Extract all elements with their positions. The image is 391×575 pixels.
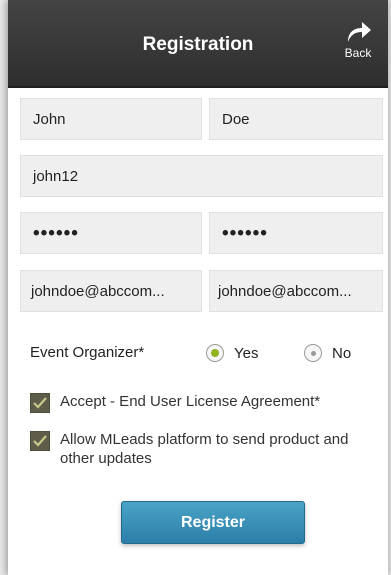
radio-selected-icon [206,344,224,362]
header-bar: Registration Back [8,0,388,88]
updates-checkbox-row[interactable]: Allow MLeads platform to send product an… [30,430,380,468]
username-field[interactable]: john12 [20,155,383,197]
organizer-no-label: No [332,344,352,362]
eula-label: Accept - End User License Agreement* [60,393,321,410]
confirm-password-field[interactable]: •••••• [209,212,383,254]
email-field[interactable]: johndoe@abccom... [20,270,202,312]
organizer-yes-label: Yes [234,344,259,362]
password-field[interactable]: •••••• [20,212,202,254]
checkmark-icon [33,397,47,409]
organizer-no-radio[interactable]: No [304,340,351,366]
registration-screen: Registration Back John Doe john12 ••••••… [8,0,388,575]
back-button[interactable]: Back [338,20,378,76]
checkmark-icon [33,435,47,447]
back-label: Back [344,46,372,60]
eula-checkbox[interactable] [30,393,50,413]
register-button[interactable]: Register [121,501,305,544]
confirm-email-field[interactable]: johndoe@abccom... [209,270,383,312]
organizer-yes-radio[interactable]: Yes [206,340,258,366]
first-name-field[interactable]: John [20,98,202,140]
page-title: Registration [142,34,254,55]
updates-checkbox[interactable] [30,431,50,451]
last-name-field[interactable]: Doe [209,98,383,140]
event-organizer-label: Event Organizer* [30,344,145,361]
event-organizer-row: Event Organizer* Yes No [30,340,380,366]
back-arrow-icon [348,22,371,42]
updates-label: Allow MLeads platform to send product an… [60,431,349,467]
radio-unselected-icon [304,344,322,362]
eula-checkbox-row[interactable]: Accept - End User License Agreement* [30,392,320,413]
